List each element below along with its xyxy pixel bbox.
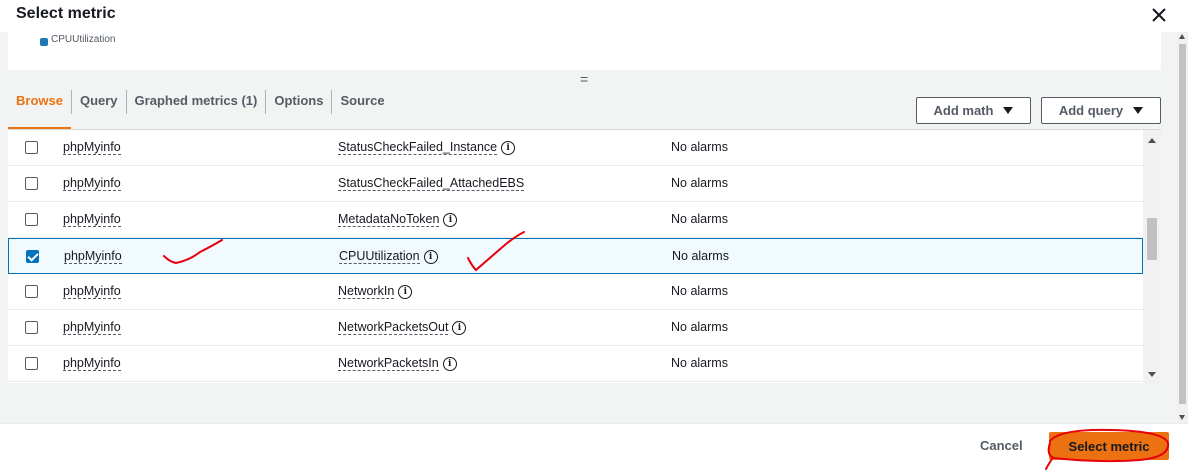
legend-label: CPUUtilization: [51, 34, 116, 45]
row-checkbox[interactable]: [25, 177, 38, 190]
metric-name-cell: NetworkIn i: [338, 284, 413, 299]
select-metric-button[interactable]: Select metric: [1049, 432, 1169, 460]
table-row[interactable]: phpMyinfo MetadataNoToken i No alarms: [8, 202, 1143, 238]
row-checkbox[interactable]: [25, 141, 38, 154]
add-math-label: Add math: [933, 103, 994, 118]
row-checkbox[interactable]: [25, 213, 38, 226]
metric-name[interactable]: NetworkPacketsOut: [338, 320, 449, 335]
alarm-status-cell: No alarms: [671, 284, 728, 298]
table-row[interactable]: phpMyinfo NetworkPacketsIn i No alarms: [8, 346, 1143, 382]
row-checkbox[interactable]: [25, 285, 38, 298]
legend-item: CPUUtilization: [40, 34, 116, 47]
tab-source[interactable]: Source: [332, 84, 392, 130]
alarm-status-cell: No alarms: [671, 212, 728, 226]
metric-name[interactable]: MetadataNoToken: [338, 212, 440, 227]
row-checkbox[interactable]: [25, 321, 38, 334]
info-icon[interactable]: i: [443, 212, 458, 227]
metric-name[interactable]: CPUUtilization: [339, 249, 420, 264]
row-checkbox[interactable]: [25, 357, 38, 370]
instance-name-cell[interactable]: phpMyinfo: [63, 356, 121, 371]
select-metric-modal: Select metric CPUUtilization = Browse Qu…: [0, 0, 1188, 474]
alarm-status-cell: No alarms: [671, 176, 728, 190]
table-row[interactable]: phpMyinfo NetworkPacketsOut i No alarms: [8, 310, 1143, 346]
instance-name-cell[interactable]: phpMyinfo: [63, 212, 121, 227]
scroll-up-icon[interactable]: [1148, 138, 1156, 143]
metric-name[interactable]: StatusCheckFailed_Instance: [338, 140, 498, 155]
instance-name-cell[interactable]: phpMyinfo: [63, 176, 121, 191]
metric-name-cell: StatusCheckFailed_Instance i: [338, 140, 516, 155]
instance-name-cell[interactable]: phpMyinfo: [63, 140, 121, 155]
metrics-table: phpMyinfo StatusCheckFailed_Instance i No a…: [8, 130, 1161, 383]
instance-name-cell[interactable]: phpMyinfo: [64, 249, 122, 264]
caret-down-icon: [1003, 107, 1014, 114]
table-row[interactable]: phpMyinfo CPUUtilization i No alarms: [8, 238, 1143, 274]
modal-footer: Cancel Select metric: [0, 423, 1188, 474]
metric-name-cell: NetworkPacketsIn i: [338, 356, 457, 371]
alarm-status-cell: No alarms: [671, 356, 728, 370]
metric-name[interactable]: StatusCheckFailed_AttachedEBS: [338, 176, 525, 191]
tab-options[interactable]: Options: [266, 84, 331, 130]
info-icon[interactable]: i: [423, 249, 438, 264]
metric-name-cell: StatusCheckFailed_AttachedEBS: [338, 176, 525, 191]
instance-name-cell[interactable]: phpMyinfo: [63, 284, 121, 299]
add-query-label: Add query: [1058, 103, 1124, 118]
close-button[interactable]: [1148, 4, 1170, 26]
table-scrollbar[interactable]: [1143, 130, 1161, 383]
modal-title: Select metric: [16, 5, 116, 22]
metric-name-cell: CPUUtilization i: [339, 249, 438, 264]
modal-scrollbar[interactable]: [1177, 32, 1188, 423]
tab-browse[interactable]: Browse: [8, 84, 71, 130]
table-row[interactable]: phpMyinfo StatusCheckFailed_AttachedEBS No…: [8, 166, 1143, 202]
info-icon[interactable]: i: [501, 140, 516, 155]
scroll-thumb[interactable]: [1179, 44, 1186, 404]
metric-name-cell: MetadataNoToken i: [338, 212, 458, 227]
graph-legend: CPUUtilization: [8, 32, 1161, 70]
table-row[interactable]: phpMyinfo StatusCheckFailed_Instance i No a…: [8, 130, 1143, 166]
alarm-status-cell: No alarms: [671, 140, 728, 154]
modal-header: Select metric: [0, 0, 1188, 32]
resize-handle[interactable]: =: [580, 72, 588, 86]
add-query-button[interactable]: Add query: [1041, 97, 1161, 124]
alarm-status-cell: No alarms: [672, 249, 729, 263]
scroll-up-icon[interactable]: [1179, 34, 1185, 39]
info-icon[interactable]: i: [398, 284, 413, 299]
metric-name-cell: NetworkPacketsOut i: [338, 320, 467, 335]
close-icon: [1152, 8, 1166, 22]
tab-query[interactable]: Query: [72, 84, 126, 130]
alarm-status-cell: No alarms: [671, 320, 728, 334]
caret-down-icon: [1133, 107, 1144, 114]
scroll-thumb[interactable]: [1147, 218, 1157, 260]
metric-name[interactable]: NetworkPacketsIn: [338, 356, 439, 371]
info-icon[interactable]: i: [442, 356, 457, 371]
tab-bar: Browse Query Graphed metrics (1) Options…: [8, 84, 393, 130]
row-checkbox[interactable]: [26, 250, 39, 263]
add-math-button[interactable]: Add math: [916, 97, 1031, 124]
instance-name-cell[interactable]: phpMyinfo: [63, 320, 121, 335]
tab-graphed-metrics[interactable]: Graphed metrics (1): [127, 84, 266, 130]
scroll-down-icon[interactable]: [1148, 372, 1156, 377]
scroll-down-icon[interactable]: [1179, 415, 1185, 420]
legend-swatch: [40, 37, 48, 46]
table-row[interactable]: phpMyinfo NetworkIn i No alarms: [8, 274, 1143, 310]
cancel-button[interactable]: Cancel: [966, 436, 1037, 455]
info-icon[interactable]: i: [452, 320, 467, 335]
metric-name[interactable]: NetworkIn: [338, 284, 395, 299]
